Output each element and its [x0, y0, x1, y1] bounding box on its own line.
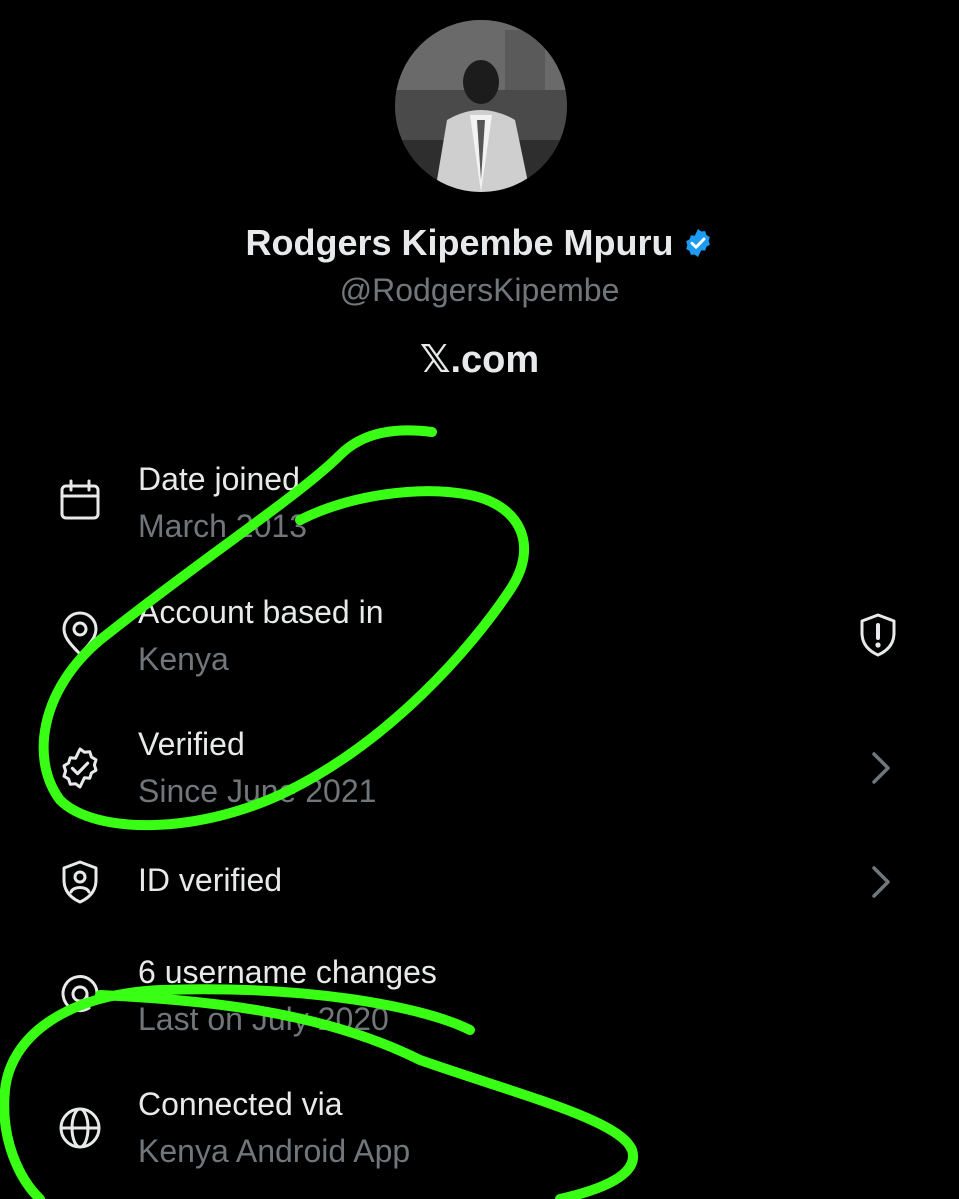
verified-badge-icon[interactable]	[682, 227, 714, 259]
detail-title: ID verified	[138, 862, 283, 898]
brand-link[interactable]: 𝕏.com	[0, 337, 959, 382]
detail-title: Connected via	[138, 1086, 343, 1122]
shield-alert-icon[interactable]	[854, 611, 902, 659]
detail-subtitle: Last on July 2020	[138, 1001, 389, 1037]
profile-handle[interactable]: @RodgersKipembe	[0, 272, 959, 309]
chevron-right-icon[interactable]	[858, 744, 906, 792]
chevron-right-icon[interactable]	[858, 858, 906, 906]
profile-name: Rodgers Kipembe Mpuru	[245, 222, 674, 263]
detail-row-connected-via: Connected via Kenya Android App	[0, 1080, 959, 1180]
profile-name-row: Rodgers Kipembe Mpuru	[0, 222, 959, 264]
avatar-photo	[395, 20, 567, 192]
calendar-icon	[56, 477, 104, 525]
detail-subtitle: Kenya	[138, 641, 229, 677]
id-shield-icon	[56, 858, 104, 906]
detail-row-username-changes: 6 username changes Last on July 2020	[0, 948, 959, 1048]
detail-title: 6 username changes	[138, 954, 437, 990]
at-sign-icon	[56, 970, 104, 1018]
detail-title: Date joined	[138, 461, 300, 497]
detail-subtitle: Kenya Android App	[138, 1133, 411, 1169]
verified-check-icon	[56, 744, 104, 792]
location-pin-icon	[56, 610, 104, 658]
detail-row-account-based-in: Account based in Kenya	[0, 588, 959, 688]
detail-subtitle: Since June 2021	[138, 773, 377, 809]
detail-row-date-joined: Date joined March 2013	[0, 455, 959, 555]
detail-subtitle: March 2013	[138, 508, 307, 544]
profile-avatar[interactable]	[395, 20, 567, 192]
detail-row-verified[interactable]: Verified Since June 2021	[0, 720, 959, 820]
detail-row-id-verified[interactable]: ID verified	[0, 858, 959, 958]
globe-icon	[56, 1104, 104, 1152]
detail-title: Account based in	[138, 594, 384, 630]
detail-title: Verified	[138, 726, 245, 762]
